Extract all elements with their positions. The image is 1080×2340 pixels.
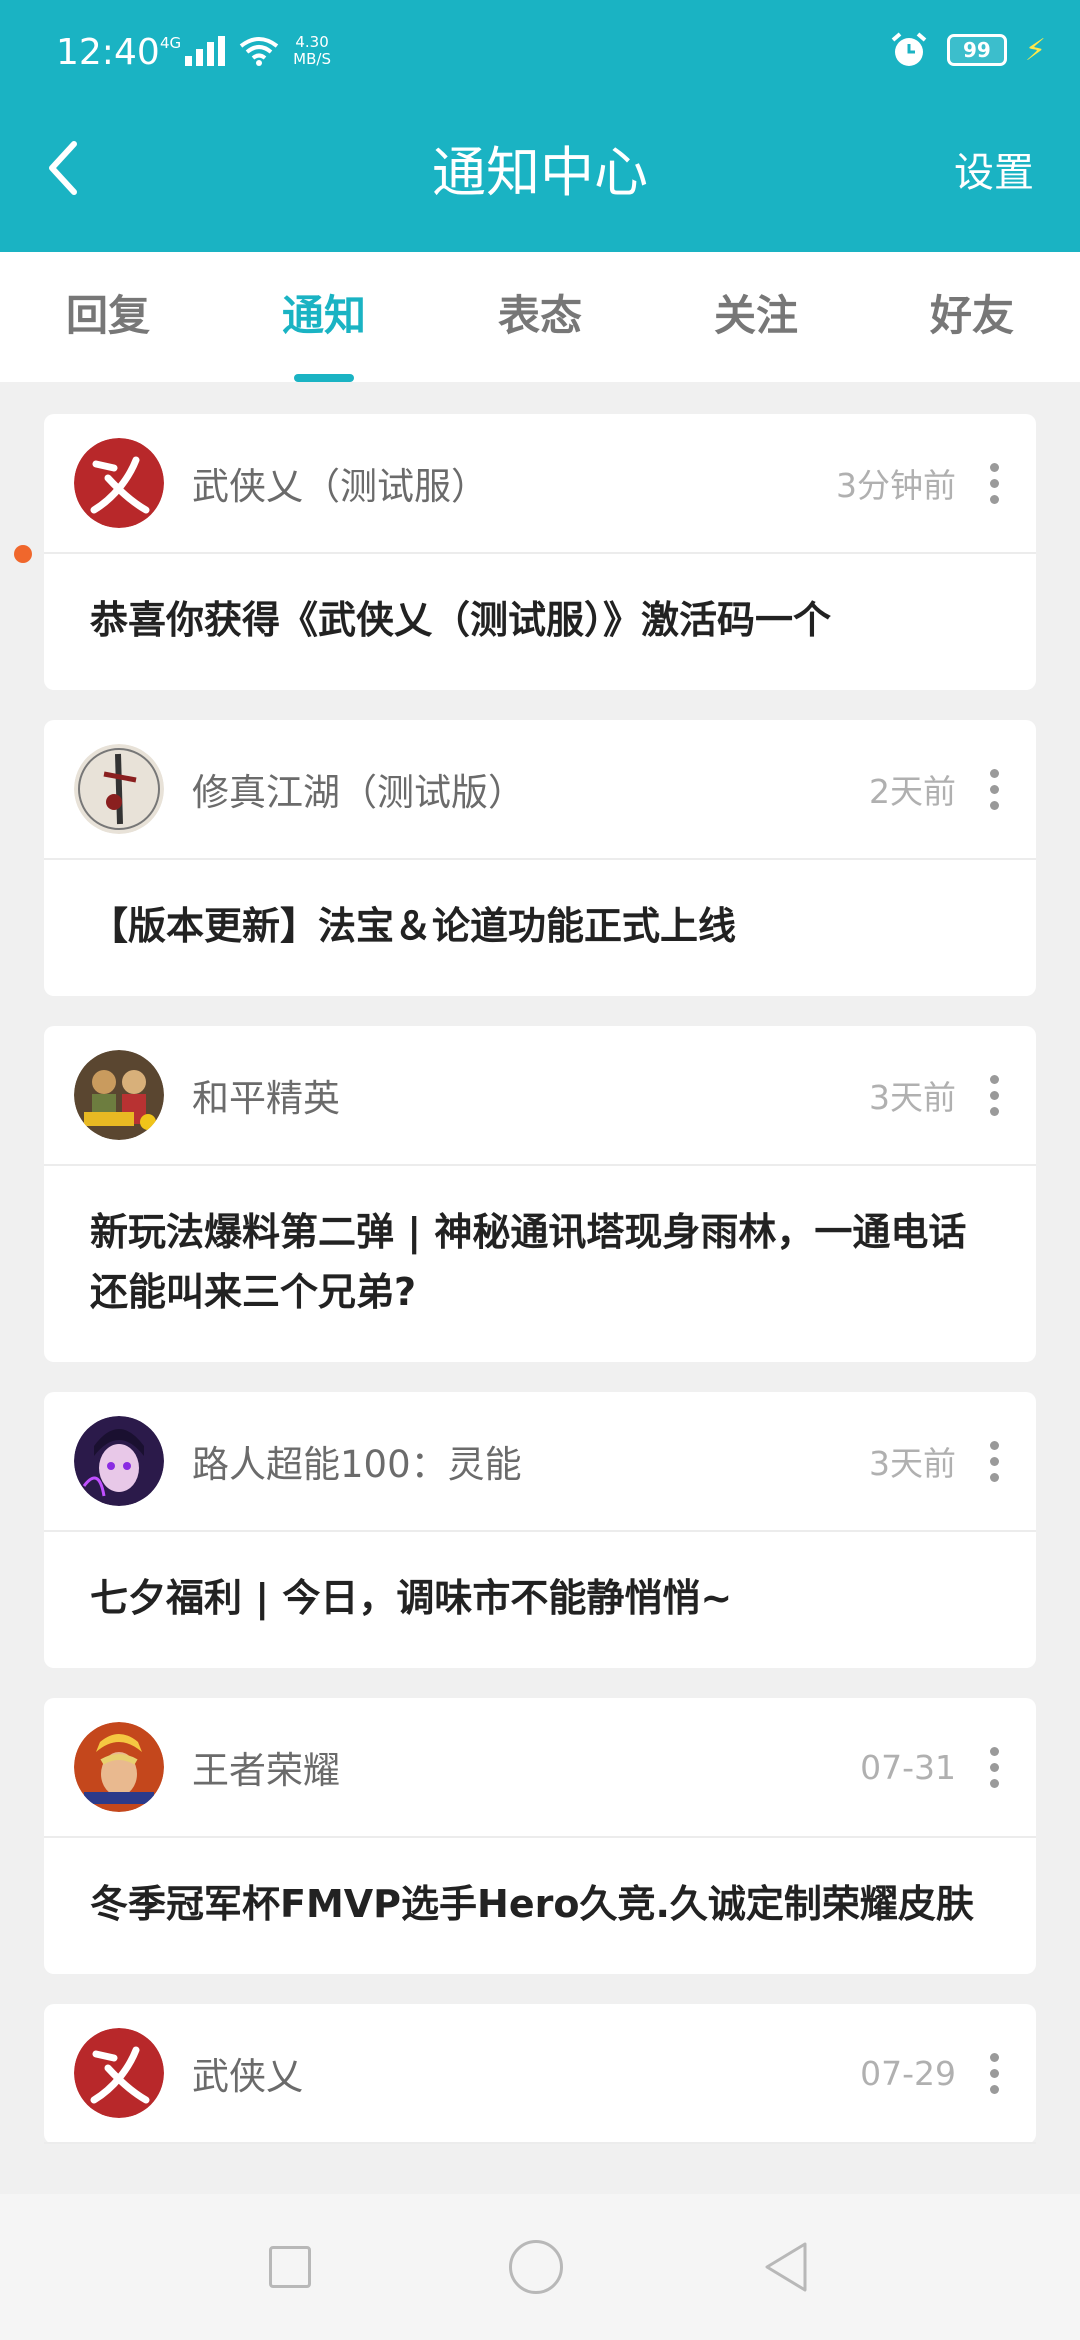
system-indicators: 99 ⚡ [889, 30, 1046, 70]
notification-card[interactable]: 武侠乂 07-29 [44, 2004, 1036, 2144]
notification-time: 2天前 [869, 772, 956, 811]
notification-card[interactable]: 和平精英 3天前 新玩法爆料第二弹 | 神秘通讯塔现身雨林，一通电话还能叫来三个… [44, 1026, 1036, 1362]
notification-time: 3天前 [869, 1444, 956, 1483]
tab-reaction[interactable]: 表态 [432, 252, 648, 382]
tab-bar: 回复 通知 表态 关注 好友 [0, 252, 1080, 382]
charging-icon: ⚡ [1024, 32, 1046, 68]
card-header: 路人超能100：灵能 3天前 [44, 1392, 1036, 1532]
card-header: 王者荣耀 07-31 [44, 1698, 1036, 1838]
notification-card[interactable]: 王者荣耀 07-31 冬季冠军杯FMVP选手Hero久竞.久诚定制荣耀皮肤 [44, 1698, 1036, 1974]
status-bar: 12:40 4G 4.30 MB/S 99 ⚡ [0, 0, 1080, 110]
notification-text: 【版本更新】法宝＆论道功能正式上线 [90, 904, 737, 948]
notification-source: 王者荣耀 [192, 1749, 340, 1792]
card-header: 修真江湖（测试版） 2天前 [44, 720, 1036, 860]
notification-card[interactable]: 修真江湖（测试版） 2天前 【版本更新】法宝＆论道功能正式上线 [44, 720, 1036, 996]
card-header: 武侠乂（测试服） 3分钟前 [44, 414, 1036, 554]
notification-text: 冬季冠军杯FMVP选手Hero久竞.久诚定制荣耀皮肤 [90, 1882, 974, 1926]
battery-level: 99 [963, 38, 991, 62]
more-options-icon[interactable] [984, 462, 1004, 504]
active-tab-indicator [294, 374, 354, 382]
app-header: 12:40 4G 4.30 MB/S 99 ⚡ 通知中心 设置 [0, 0, 1080, 252]
notification-source: 武侠乂 [192, 2055, 303, 2098]
system-back-button[interactable] [761, 2240, 811, 2294]
notification-time: 3天前 [869, 1078, 956, 1117]
tab-friends[interactable]: 好友 [864, 252, 1080, 382]
wuxia-logo-avatar [74, 2028, 164, 2118]
notification-source: 武侠乂（测试服） [192, 465, 488, 508]
alarm-icon [891, 32, 927, 66]
notification-list: 武侠乂（测试服） 3分钟前 恭喜你获得《武侠乂（测试服）》激活码一个 修真江湖（… [44, 414, 1036, 2194]
card-header: 和平精英 3天前 [44, 1026, 1036, 1166]
notification-source: 路人超能100：灵能 [192, 1443, 522, 1486]
more-options-icon[interactable] [984, 1074, 1004, 1116]
notification-text: 恭喜你获得《武侠乂（测试服）》激活码一个 [90, 598, 832, 642]
network-speed: 4.30 MB/S [293, 33, 331, 68]
more-options-icon[interactable] [984, 768, 1004, 810]
notification-text: 新玩法爆料第二弹 | 神秘通讯塔现身雨林，一通电话还能叫来三个兄弟? [90, 1210, 967, 1314]
card-header: 武侠乂 07-29 [44, 2004, 1036, 2144]
tab-reply[interactable]: 回复 [0, 252, 216, 382]
more-options-icon[interactable] [984, 1440, 1004, 1482]
tab-notify[interactable]: 通知 [216, 252, 432, 382]
notification-source: 修真江湖（测试版） [192, 771, 525, 814]
notification-source: 和平精英 [192, 1077, 340, 1120]
peace-elite-logo-avatar [74, 1050, 164, 1140]
network-indicator: 4G 4.30 MB/S [160, 34, 331, 68]
home-button[interactable] [509, 2240, 563, 2294]
settings-button[interactable]: 设置 [954, 140, 1034, 198]
battery-icon: 99 [946, 34, 1007, 66]
recents-button[interactable] [269, 2246, 311, 2288]
notification-time: 07-29 [860, 2053, 956, 2093]
wifi-icon [239, 37, 279, 66]
wuxia-logo-avatar [74, 438, 164, 528]
tab-follow[interactable]: 关注 [648, 252, 864, 382]
signal-icon [185, 36, 226, 66]
more-options-icon[interactable] [984, 1746, 1004, 1788]
network-type: 4G [160, 34, 182, 52]
page-title: 通知中心 [432, 141, 648, 204]
unread-dot [14, 545, 32, 563]
status-time: 12:40 [56, 32, 160, 73]
xiuzhen-logo-avatar [74, 744, 164, 834]
more-options-icon[interactable] [984, 2052, 1004, 2094]
notification-text: 七夕福利 | 今日，调味市不能静悄悄~ [90, 1576, 733, 1620]
mob-psycho-logo-avatar [74, 1416, 164, 1506]
honor-of-kings-logo-avatar [74, 1722, 164, 1812]
notification-time: 3分钟前 [836, 466, 956, 505]
system-nav-bar [0, 2194, 1080, 2340]
notification-card[interactable]: 武侠乂（测试服） 3分钟前 恭喜你获得《武侠乂（测试服）》激活码一个 [44, 414, 1036, 690]
notification-card[interactable]: 路人超能100：灵能 3天前 七夕福利 | 今日，调味市不能静悄悄~ [44, 1392, 1036, 1668]
notification-time: 07-31 [860, 1747, 956, 1787]
